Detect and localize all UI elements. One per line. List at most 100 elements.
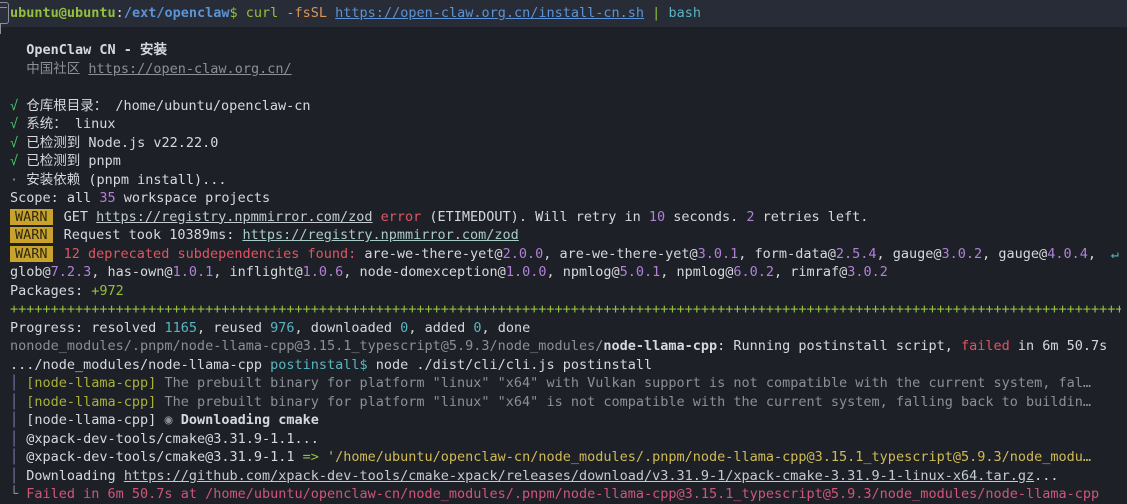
text-segment <box>56 246 64 262</box>
check-icon: √ <box>10 134 27 151</box>
text-segment: 1165 <box>164 319 197 336</box>
pipe-bar: │ <box>10 449 27 465</box>
text-segment: 6.0.2 <box>733 264 775 280</box>
link[interactable]: https://open-claw.org.cn/install-cn.sh <box>335 5 644 21</box>
text-segment: : Running postinstall script, <box>717 338 961 354</box>
text-segment: 仓库根目录： /home/ubuntu/openclaw-cn <box>26 97 311 114</box>
check-icon: √ <box>10 153 27 169</box>
text-segment: , added <box>408 319 474 336</box>
text-segment: => <box>302 449 327 465</box>
bullet-icon: · <box>10 171 27 188</box>
text-segment: Downloading <box>26 467 124 484</box>
text-segment: 3.0.2 <box>847 264 888 280</box>
text-segment: Scope: all <box>10 190 100 206</box>
text-segment: 1.0.0 <box>505 264 547 280</box>
llama-log-vulkan: │ [node-llama-cpp] The prebuilt binary f… <box>10 374 1121 393</box>
text-segment: GET <box>55 208 97 225</box>
text-segment: Request took 10389ms: <box>55 227 243 243</box>
xpack-cmake-line: │ @xpack-dev-tools/cmake@3.31.9-1.1... <box>10 430 1121 449</box>
command: curl <box>245 5 287 21</box>
text-segment: seconds. <box>665 208 747 225</box>
text-segment: in 6m 50.7s <box>1009 338 1108 354</box>
command-flags: -fsSL <box>286 5 336 21</box>
text-segment: 35 <box>99 190 116 206</box>
text-segment: , node-domexception@ <box>343 264 506 280</box>
link[interactable]: https://open-claw.org.cn/ <box>88 61 291 77</box>
text-segment: glob@ <box>10 264 51 280</box>
text-segment: 1.0.1 <box>172 264 214 280</box>
text-segment: : <box>115 5 124 21</box>
text-segment: $ <box>229 5 246 21</box>
text-segment: The prebuilt binary for platform "linux"… <box>156 375 1091 391</box>
terminal-body: ubuntu@ubuntu:/ext/openclaw$ curl -fsSL … <box>10 4 1121 504</box>
pipe-bar: │ <box>10 430 27 447</box>
text-segment: 5.0.1 <box>619 264 661 280</box>
llama-log-downloading-cmake: │ [node-llama-cpp] ◉ Downloading cmake <box>10 411 1121 430</box>
warn-badge: WARN <box>10 227 53 243</box>
text-segment: 976 <box>270 319 295 336</box>
text-segment <box>644 5 652 21</box>
text-segment: workspace projects <box>115 190 271 206</box>
pipe-bar: │ <box>10 412 27 428</box>
text-segment: bash <box>668 5 701 21</box>
edge-handle-icon[interactable] <box>0 2 12 36</box>
text-segment: 2 <box>746 208 755 225</box>
packages-line: Packages: +972 <box>10 282 1121 301</box>
check-pnpm: √ 已检测到 pnpm <box>10 152 1121 171</box>
text-segment: , are-we-there-yet@ <box>543 245 698 262</box>
link[interactable]: https://registry.npmmirror.com/zod <box>96 209 372 225</box>
link[interactable]: https://registry.npmmirror.com/zod <box>242 227 518 243</box>
text-segment: node ./dist/cli/cli.js postinstall <box>367 356 653 373</box>
text-segment: @xpack-dev-tools/cmake@3.31.9-1.1... <box>26 430 319 447</box>
edge-handle-tail <box>0 24 1 34</box>
progress-plus-row: ++++++++++++++++++++++++++++++++++++++++… <box>10 301 1121 317</box>
postinstall-command-line: .../node_modules/node-llama-cpp postinst… <box>10 356 1121 375</box>
warn-badge: WARN <box>10 245 53 262</box>
text-segment: Packages: <box>10 282 92 299</box>
community-line: 中国社区 https://open-claw.org.cn/ <box>10 60 1121 79</box>
check-icon: √ <box>10 97 27 114</box>
text-segment: Failed in 6m 50.7s at /home/ubuntu/openc… <box>26 486 1100 502</box>
text-segment: 2.0.0 <box>502 245 544 262</box>
terminal-window[interactable]: ubuntu@ubuntu:/ext/openclaw$ curl -fsSL … <box>0 0 1127 504</box>
text-segment: postinstall$ <box>270 356 368 373</box>
prompt-user-host: ubuntu@ubuntu <box>10 5 116 21</box>
text-segment: +972 <box>91 282 124 299</box>
text-segment: OpenClaw CN - 安装 <box>10 42 168 58</box>
warn-badge: WARN <box>10 208 53 225</box>
text-segment: , rimraf@ <box>774 264 848 280</box>
text-segment: failed <box>960 338 1010 354</box>
text-segment: , gauge@ <box>982 245 1048 262</box>
text-segment: '/home/ubuntu/openclaw-cn/node_modules/.… <box>327 449 1092 465</box>
pipe-bar: │ <box>10 393 27 410</box>
text-segment: ... <box>1034 467 1059 484</box>
warn-line-get: WARN GET https://registry.npmmirror.com/… <box>10 208 1121 227</box>
link[interactable]: https://github.com/xpack-dev-tools/cmake… <box>124 468 1034 484</box>
spinner-icon: ◉ <box>164 412 181 428</box>
check-icon: √ <box>10 116 27 132</box>
text-segment: 7.2.3 <box>50 264 92 280</box>
text-segment: , done <box>481 319 531 336</box>
check-node: √ 已检测到 Node.js v22.22.0 <box>10 134 1121 153</box>
text-segment: node-llama-cpp <box>603 338 718 354</box>
text-segment: retries left. <box>754 208 869 225</box>
text-segment: 3.0.1 <box>697 245 739 262</box>
text-segment: 2.5.4 <box>835 245 877 262</box>
scope-line: Scope: all 35 workspace projects <box>10 189 1121 208</box>
check-system: √ 系统： linux <box>10 115 1121 134</box>
text-segment: , inflight@ <box>213 264 303 280</box>
text-segment: 10 <box>648 208 666 225</box>
pipe-bar: │ <box>10 467 27 484</box>
warn-line-request: WARN Request took 10389ms: https://regis… <box>10 226 1121 245</box>
text-segment: (ETIMEDOUT). Will retry in <box>421 208 649 225</box>
text-segment: 已检测到 pnpm <box>26 153 121 169</box>
text-segment: are-we-there-yet@ <box>356 245 503 262</box>
install-deps-line: · 安装依赖 (pnpm install)... <box>10 171 1121 190</box>
installer-title: OpenClaw CN - 安装 <box>10 41 1121 60</box>
text-segment: [node-llama-cpp] <box>26 375 157 391</box>
text-segment: , has-own@ <box>91 264 173 280</box>
text-segment: , form-data@ <box>738 245 836 262</box>
text-segment: , npmlog@ <box>546 264 620 280</box>
